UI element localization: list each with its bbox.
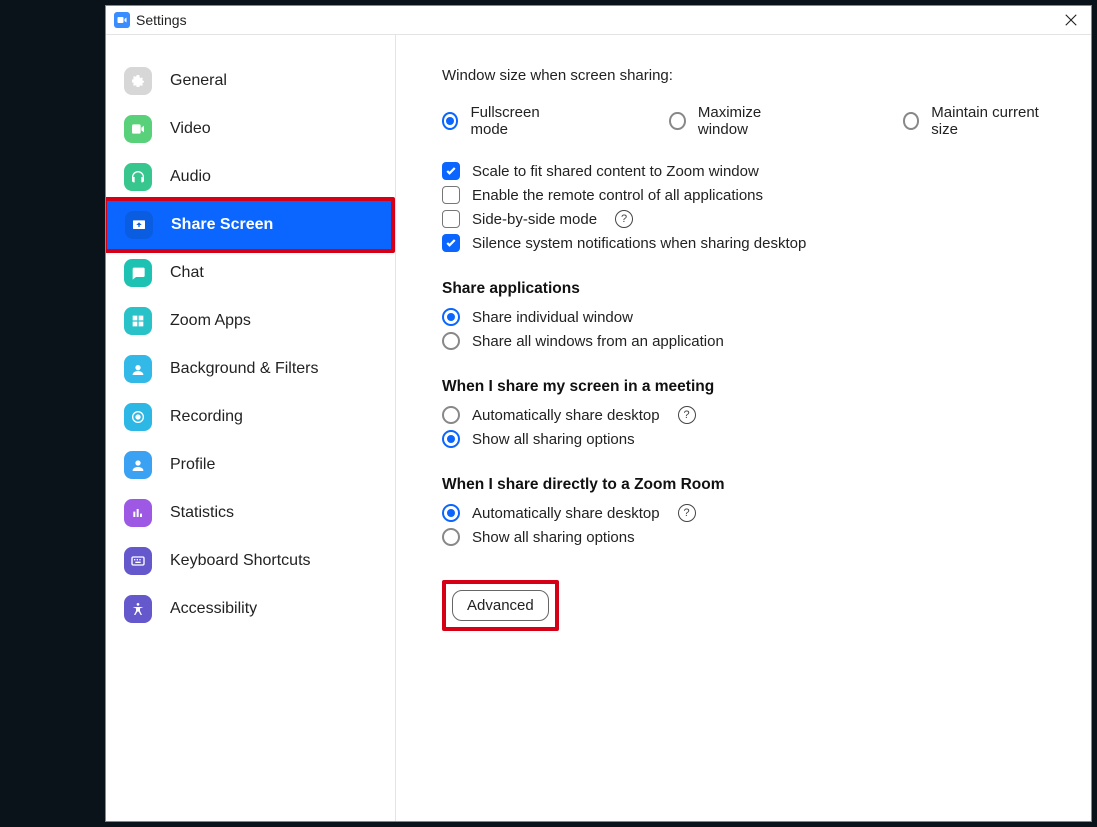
chat-icon (124, 259, 152, 287)
radio-dot-icon (442, 332, 460, 350)
gear-icon (124, 67, 152, 95)
radio-dot-icon (442, 528, 460, 546)
radio-label: Share all windows from an application (472, 333, 724, 350)
checkbox-scale-to-fit[interactable]: Scale to fit shared content to Zoom wind… (442, 162, 1055, 180)
checkbox-label: Enable the remote control of all applica… (472, 187, 763, 204)
checkbox-label: Scale to fit shared content to Zoom wind… (472, 163, 759, 180)
sidebar-item-label: Background & Filters (170, 360, 319, 378)
sidebar-item-label: Zoom Apps (170, 312, 251, 330)
radio-dot-icon (442, 112, 458, 130)
video-icon (124, 115, 152, 143)
sidebar-item-share-screen[interactable]: Share Screen (107, 201, 391, 249)
share-meeting-heading: When I share my screen in a meeting (442, 378, 1055, 396)
sidebar-item-video[interactable]: Video (106, 105, 395, 153)
radio-maximize[interactable]: Maximize window (669, 104, 802, 138)
window-title: Settings (136, 12, 187, 28)
radio-share-individual[interactable]: Share individual window (442, 308, 1055, 326)
sidebar-item-background-filters[interactable]: Background & Filters (106, 345, 395, 393)
sidebar-item-label: Audio (170, 168, 211, 186)
profile-icon (124, 451, 152, 479)
radio-label: Maximize window (698, 104, 803, 138)
radio-dot-icon (903, 112, 920, 130)
checkbox-box-icon (442, 186, 460, 204)
sidebar-item-general[interactable]: General (106, 57, 395, 105)
zoom-app-icon (114, 12, 130, 28)
radio-dot-icon (669, 112, 686, 130)
radio-meeting-show-all[interactable]: Show all sharing options (442, 430, 1055, 448)
radio-label: Automatically share desktop (472, 407, 660, 424)
sidebar-item-statistics[interactable]: Statistics (106, 489, 395, 537)
radio-dot-icon (442, 406, 460, 424)
radio-share-all-windows[interactable]: Share all windows from an application (442, 332, 1055, 350)
sidebar-item-label: General (170, 72, 227, 90)
sidebar-item-label: Statistics (170, 504, 234, 522)
sidebar-item-keyboard-shortcuts[interactable]: Keyboard Shortcuts (106, 537, 395, 585)
help-icon[interactable]: ? (678, 504, 696, 522)
advanced-button[interactable]: Advanced (452, 590, 549, 621)
settings-sidebar: General Video Audio Share Screen Chat (106, 35, 396, 821)
title-bar: Settings (106, 6, 1091, 35)
radio-meeting-auto-share[interactable]: Automatically share desktop ? (442, 406, 1055, 424)
sidebar-item-label: Accessibility (170, 600, 257, 618)
checkbox-label: Side-by-side mode (472, 211, 597, 228)
checkbox-side-by-side[interactable]: Side-by-side mode ? (442, 210, 1055, 228)
sidebar-item-label: Chat (170, 264, 204, 282)
record-icon (124, 403, 152, 431)
sidebar-item-label: Recording (170, 408, 243, 426)
radio-fullscreen[interactable]: Fullscreen mode (442, 104, 569, 138)
window-size-label: Window size when screen sharing: (442, 67, 1055, 84)
checkbox-box-icon (442, 162, 460, 180)
sidebar-item-share-screen-highlight: Share Screen (106, 197, 395, 253)
radio-label: Show all sharing options (472, 529, 635, 546)
share-screen-icon (125, 211, 153, 239)
radio-dot-icon (442, 504, 460, 522)
keyboard-icon (124, 547, 152, 575)
checkbox-remote-control[interactable]: Enable the remote control of all applica… (442, 186, 1055, 204)
accessibility-icon (124, 595, 152, 623)
radio-label: Automatically share desktop (472, 505, 660, 522)
background-icon (124, 355, 152, 383)
checkbox-label: Silence system notifications when sharin… (472, 235, 806, 252)
radio-maintain-size[interactable]: Maintain current size (903, 104, 1055, 138)
sidebar-item-label: Video (170, 120, 211, 138)
checkbox-box-icon (442, 210, 460, 228)
window-size-radio-group: Fullscreen mode Maximize window Maintain… (442, 98, 1055, 144)
share-applications-heading: Share applications (442, 280, 1055, 298)
statistics-icon (124, 499, 152, 527)
sidebar-item-label: Profile (170, 456, 215, 474)
settings-content: Window size when screen sharing: Fullscr… (396, 35, 1091, 821)
apps-icon (124, 307, 152, 335)
sidebar-item-audio[interactable]: Audio (106, 153, 395, 201)
headphones-icon (124, 163, 152, 191)
help-icon[interactable]: ? (678, 406, 696, 424)
advanced-button-highlight: Advanced (442, 580, 559, 631)
radio-label: Fullscreen mode (470, 104, 569, 138)
sidebar-item-chat[interactable]: Chat (106, 249, 395, 297)
close-icon[interactable] (1059, 8, 1083, 32)
sidebar-item-zoom-apps[interactable]: Zoom Apps (106, 297, 395, 345)
radio-dot-icon (442, 308, 460, 326)
radio-room-show-all[interactable]: Show all sharing options (442, 528, 1055, 546)
sidebar-item-label: Keyboard Shortcuts (170, 552, 311, 570)
sidebar-item-accessibility[interactable]: Accessibility (106, 585, 395, 633)
radio-room-auto-share[interactable]: Automatically share desktop ? (442, 504, 1055, 522)
sidebar-item-label: Share Screen (171, 216, 273, 234)
radio-dot-icon (442, 430, 460, 448)
radio-label: Share individual window (472, 309, 633, 326)
share-room-heading: When I share directly to a Zoom Room (442, 476, 1055, 494)
radio-label: Show all sharing options (472, 431, 635, 448)
help-icon[interactable]: ? (615, 210, 633, 228)
checkbox-box-icon (442, 234, 460, 252)
settings-window: Settings General Video Audio Sh (105, 5, 1092, 822)
checkbox-silence-notifs[interactable]: Silence system notifications when sharin… (442, 234, 1055, 252)
sidebar-item-recording[interactable]: Recording (106, 393, 395, 441)
sidebar-item-profile[interactable]: Profile (106, 441, 395, 489)
radio-label: Maintain current size (931, 104, 1055, 138)
